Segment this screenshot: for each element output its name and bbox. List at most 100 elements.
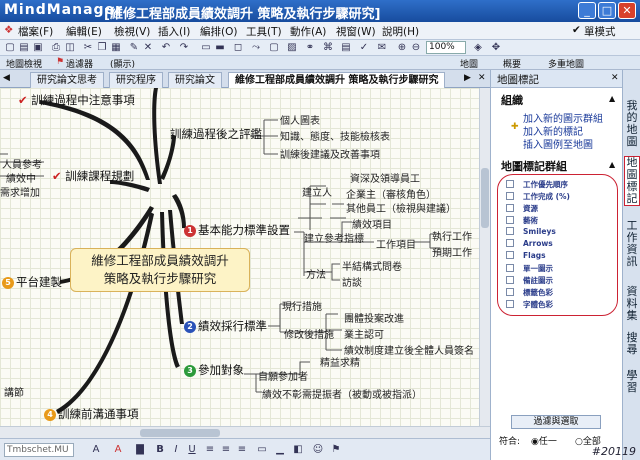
label-suggest[interactable]: 訓練後建議及改善事項 xyxy=(280,146,380,161)
align-left-icon[interactable]: ≡ xyxy=(204,444,216,456)
topic-basic[interactable]: 1 基本能力標準設置 xyxy=(184,222,290,238)
checkbox[interactable] xyxy=(506,180,514,188)
label-exec-work[interactable]: 執行工作 xyxy=(432,228,472,243)
zoom-in-icon[interactable]: ⊕ xyxy=(396,42,408,54)
open-icon[interactable]: ▤ xyxy=(18,42,30,54)
group-item[interactable]: 標籤色彩 xyxy=(506,287,553,298)
checkbox[interactable] xyxy=(506,276,514,284)
label-perf-ref[interactable]: 建立參考指標 xyxy=(304,230,364,245)
menu-format[interactable]: 編排(O) xyxy=(200,24,237,39)
tab-close-icon[interactable]: ✕ xyxy=(478,73,486,83)
label-personal[interactable]: 個人圖表 xyxy=(280,112,320,127)
org-collapse-icon[interactable]: ▲ xyxy=(609,94,615,103)
attachment-icon[interactable]: ⌘ xyxy=(322,42,334,54)
align-right-icon[interactable]: ≡ xyxy=(236,444,248,456)
maximize-button[interactable]: □ xyxy=(598,2,616,19)
topic-icon[interactable]: ▭ xyxy=(200,42,212,54)
tab-scroll-left-icon[interactable]: ◀ xyxy=(3,73,10,83)
group-item[interactable]: 備註圖示 xyxy=(506,275,553,286)
checkbox[interactable] xyxy=(506,288,514,296)
topic-train-plan[interactable]: ✔ 訓練課程規劃 xyxy=(52,168,134,184)
group-item[interactable]: Flags xyxy=(506,251,546,260)
format-painter-icon[interactable]: ✎ xyxy=(128,42,140,54)
line-color-icon[interactable]: ▁ xyxy=(274,444,286,456)
menu-actions[interactable]: 動作(A) xyxy=(290,24,326,39)
label-expect-work[interactable]: 預期工作 xyxy=(432,244,472,259)
group-item[interactable]: 藝術 xyxy=(506,215,538,226)
italic-icon[interactable]: I xyxy=(170,444,182,456)
send-icon[interactable]: ✉ xyxy=(376,42,388,54)
font-size-icon[interactable]: A xyxy=(90,444,102,456)
topic-precomm[interactable]: 4 訓練前溝通事項 xyxy=(44,406,139,422)
menu-view[interactable]: 檢視(V) xyxy=(114,24,150,39)
horizontal-scroll-thumb[interactable] xyxy=(140,429,220,437)
topic-platform[interactable]: 5 平台建製 xyxy=(2,274,62,290)
tab-research-thinking[interactable]: 研究論文思考 xyxy=(30,72,104,88)
fit-icon[interactable]: ◈ xyxy=(472,42,484,54)
menu-file[interactable]: 檔案(F) xyxy=(18,24,53,39)
vertical-scrollbar[interactable] xyxy=(479,88,490,438)
highlight-icon[interactable]: ▇ xyxy=(134,444,146,456)
label-interview[interactable]: 訪談 xyxy=(342,274,362,289)
label-semi[interactable]: 半結構式問卷 xyxy=(342,258,402,273)
label-ref[interactable]: 人員參考 xyxy=(2,156,42,171)
menu-edit[interactable]: 編輯(E) xyxy=(66,24,102,39)
label-improve[interactable]: 修改後措施 xyxy=(284,326,334,341)
vertical-scroll-thumb[interactable] xyxy=(481,168,489,228)
label-enterprise[interactable]: 企業主（審核角色） xyxy=(346,186,436,201)
label-other[interactable]: 其他員工（檢視與建議） xyxy=(346,200,456,215)
undo-icon[interactable]: ↶ xyxy=(160,42,172,54)
checkbox[interactable] xyxy=(506,264,514,272)
label-existing[interactable]: 現行措施 xyxy=(282,298,322,313)
label-self[interactable]: 自願參加者 xyxy=(258,368,308,383)
hyperlink-icon[interactable]: ⚭ xyxy=(304,42,316,54)
subtopic-icon[interactable]: ▬ xyxy=(214,42,226,54)
link-insert-legend[interactable]: 插入圖例至地圖 xyxy=(523,136,593,151)
map-canvas[interactable]: 維修工程部成員績效調升 策略及執行步驟研究 ✔ 訓練過程中注意事項 訓練過程後之… xyxy=(0,88,490,438)
boundary-icon[interactable]: ▢ xyxy=(268,42,280,54)
label-req[interactable]: 需求增加 xyxy=(0,184,40,199)
font-select[interactable]: Tmbschet.MU xyxy=(4,443,74,457)
label-senior[interactable]: 資深及領導員工 xyxy=(350,170,420,185)
tab-scroll-right-icon[interactable]: ▶ xyxy=(464,73,471,83)
menu-insert[interactable]: 插入(I) xyxy=(158,24,190,39)
match-any-radio[interactable]: ◉任一 xyxy=(531,434,557,447)
copy-icon[interactable]: ❐ xyxy=(96,42,108,54)
group-collapse-icon[interactable]: ▲ xyxy=(609,160,615,169)
side-tab-learn[interactable]: 學習 xyxy=(624,370,640,394)
tab-current-map[interactable]: 維修工程部成員績效調升 策略及執行步驟研究 xyxy=(228,72,446,88)
paste-icon[interactable]: ▦ xyxy=(110,42,122,54)
label-cert[interactable]: 業主認可 xyxy=(344,326,384,341)
menu-tools[interactable]: 工具(T) xyxy=(246,24,282,39)
label-perf-item[interactable]: 績效項目 xyxy=(352,216,392,231)
label-build[interactable]: 建立人 xyxy=(302,184,332,199)
checkbox[interactable] xyxy=(506,300,514,308)
checkbox[interactable] xyxy=(506,239,514,247)
navigate-icon[interactable]: ✥ xyxy=(490,42,502,54)
checkbox[interactable] xyxy=(506,227,514,235)
group-item[interactable]: 字體色彩 xyxy=(506,299,553,310)
filter-select-button[interactable]: 過濾與選取 xyxy=(511,415,601,429)
icon-gallery-icon[interactable]: ☺ xyxy=(312,444,324,456)
app-menu-icon[interactable]: ❖ xyxy=(4,24,13,36)
fill-color-icon[interactable]: ◧ xyxy=(292,444,304,456)
redo-icon[interactable]: ↷ xyxy=(178,42,190,54)
view-outline-tab[interactable]: 概要 xyxy=(503,57,521,70)
label-team[interactable]: 團體投案改進 xyxy=(344,310,404,325)
side-tab-map-markers[interactable]: 地圖標記 xyxy=(624,156,640,206)
tab-research-procedure[interactable]: 研究程序 xyxy=(109,72,163,88)
checkbox[interactable] xyxy=(506,204,514,212)
group-item[interactable]: 單一圖示 xyxy=(506,263,553,274)
callout-icon[interactable]: ◻ xyxy=(232,42,244,54)
menu-help[interactable]: 說明(H) xyxy=(382,24,419,39)
zoom-select[interactable]: 100% xyxy=(426,41,466,54)
underline-icon[interactable]: U xyxy=(186,444,198,456)
group-item[interactable]: 資源 xyxy=(506,203,538,214)
panel-close-icon[interactable]: ✕ xyxy=(611,73,619,83)
minimize-button[interactable]: _ xyxy=(578,2,596,19)
align-center-icon[interactable]: ≡ xyxy=(220,444,232,456)
topic-train-issue[interactable]: ✔ 訓練過程中注意事項 xyxy=(18,92,135,108)
topic-participant[interactable]: 3 參加對象 xyxy=(184,362,244,378)
label-method[interactable]: 方法 xyxy=(306,266,326,281)
image-icon[interactable]: ▨ xyxy=(286,42,298,54)
